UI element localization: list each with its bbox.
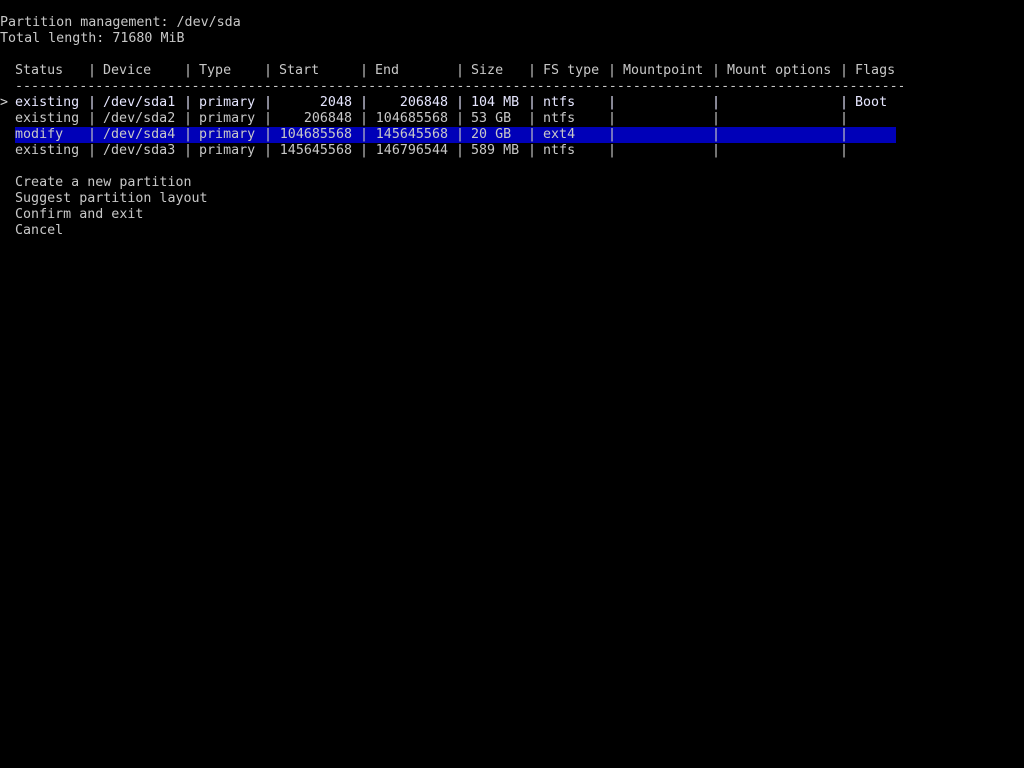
cell-fstype: ntfs [543,95,576,110]
column-separator: | [184,111,193,126]
column-separator: | [360,63,369,78]
cell-end: 104685568 [375,111,448,126]
column-separator: | [528,127,537,142]
cell-start: 206848 [303,111,352,126]
column-separator: | [360,95,369,110]
column-separator: | [840,127,849,142]
cell-device: /dev/sda3 [103,143,176,158]
cell-start: 145645568 [279,143,352,158]
cell-size: 53 GB [471,111,512,126]
column-separator: | [712,111,721,126]
cell-fstype: ntfs [543,111,576,126]
column-separator: | [456,127,465,142]
column-header-status: Status [15,63,64,78]
cell-status: modify [15,127,64,142]
column-header-mount-options: Mount options [727,63,832,78]
cell-flags: Boot [855,95,888,110]
cell-type: primary [199,127,256,142]
column-separator: | [88,143,97,158]
column-separator: | [608,111,617,126]
column-header-flags: Flags [855,63,896,78]
column-separator: | [840,143,849,158]
column-header-type: Type [199,63,232,78]
column-separator: | [840,111,849,126]
cell-start: 104685568 [279,127,352,142]
column-separator: | [456,63,465,78]
cell-type: primary [199,95,256,110]
column-separator: | [88,95,97,110]
column-header-mountpoint: Mountpoint [623,63,704,78]
column-separator: | [528,143,537,158]
column-separator: | [608,63,617,78]
table-row[interactable]: > existing | /dev/sda1 | primary | 2048 … [0,95,1024,143]
cell-type: primary [199,111,256,126]
cancel-option[interactable]: Cancel [15,223,63,239]
cell-size: 104 MB [471,95,520,110]
column-separator: | [712,143,721,158]
cell-start: 2048 [319,95,352,110]
table-row[interactable]: existing | /dev/sda3 | primary | 1456455… [0,143,1024,159]
column-separator: | [88,111,97,126]
cell-status: existing [15,143,80,158]
cell-device: /dev/sda2 [103,111,176,126]
suggest-layout-option[interactable]: Suggest partition layout [15,191,208,207]
cell-end: 146796544 [375,143,448,158]
column-separator: | [88,63,97,78]
column-separator: | [264,63,273,78]
column-separator: | [456,95,465,110]
column-separator: | [184,127,193,142]
column-header-fstype: FS type [543,63,600,78]
column-separator: | [360,143,369,158]
cell-status: existing [15,95,80,110]
column-separator: | [608,127,617,142]
column-separator: | [712,95,721,110]
column-separator: | [712,127,721,142]
cell-device: /dev/sda1 [103,95,176,110]
cell-fstype: ext4 [543,127,576,142]
column-header-start: Start [279,63,320,78]
confirm-exit-option[interactable]: Confirm and exit [15,207,143,223]
page-title: Partition management: /dev/sda [0,15,241,30]
column-header-size: Size [471,63,504,78]
column-separator: | [360,111,369,126]
column-separator: | [528,111,537,126]
column-header-end: End [375,63,400,78]
column-separator: | [528,63,537,78]
terminal-screen: Partition management: /dev/sda Total len… [0,0,1024,768]
total-length-label: Total length: 71680 MiB [0,31,185,46]
column-separator: | [528,95,537,110]
column-separator: | [840,63,849,78]
table-row[interactable]: existing | /dev/sda2 | primary | 206848 … [0,111,1024,127]
cell-end: 145645568 [375,127,448,142]
create-partition-option[interactable]: Create a new partition [15,175,192,191]
cell-size: 589 MB [471,143,520,158]
column-separator: | [712,63,721,78]
column-separator: | [840,95,849,110]
table-row[interactable]: modify | /dev/sda4 | primary | 104685568… [0,127,1024,143]
column-separator: | [88,127,97,142]
column-separator: | [456,143,465,158]
table-divider: ----------------------------------------… [15,79,903,94]
column-separator: | [264,95,273,110]
column-separator: | [264,127,273,142]
column-separator: | [360,127,369,142]
column-separator: | [184,143,193,158]
column-separator: | [264,143,273,158]
table-header: Status | Device | Type | Start | End | S… [0,63,1024,79]
cell-size: 20 GB [471,127,512,142]
column-separator: | [184,95,193,110]
cell-fstype: ntfs [543,143,576,158]
table-divider-row: ----------------------------------------… [0,79,1024,95]
column-separator: | [456,111,465,126]
column-header-device: Device [103,63,152,78]
column-separator: | [264,111,273,126]
column-separator: | [184,63,193,78]
cell-device: /dev/sda4 [103,127,176,142]
column-separator: | [608,143,617,158]
selection-cursor-icon: > [0,95,9,110]
cell-status: existing [15,111,80,126]
cell-type: primary [199,143,256,158]
cell-end: 206848 [399,95,448,110]
column-separator: | [608,95,617,110]
